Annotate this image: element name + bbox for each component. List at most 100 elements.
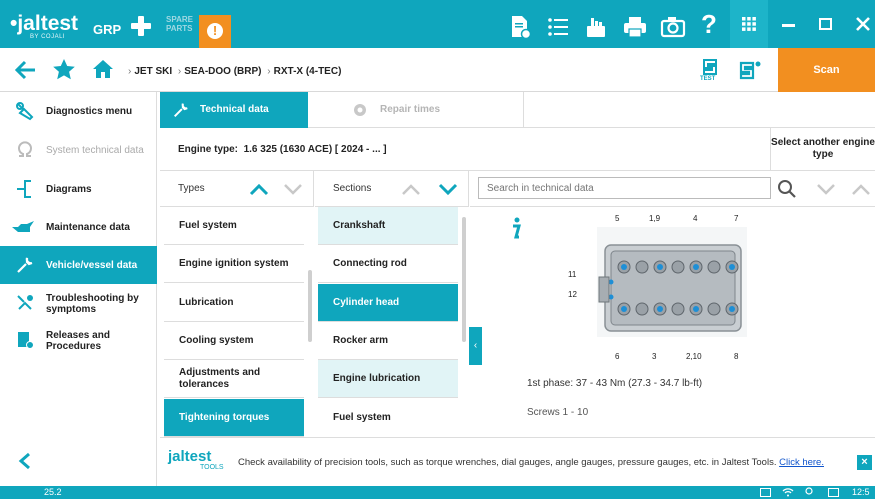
breadcrumb-item[interactable]: JET SKI [134,66,172,77]
test-button[interactable]: TEST [700,58,722,84]
tab-label: Technical data [200,104,269,115]
sections-scrollbar[interactable] [462,217,466,342]
alert-icon: ! [207,23,223,39]
sidebar-item-label: Diagrams [46,183,92,195]
add-icon[interactable] [131,16,151,36]
maximize-icon [819,18,832,30]
list-item[interactable]: Fuel system [318,399,458,437]
tab-label: Repair times [380,104,441,115]
home-icon[interactable] [92,59,114,79]
spare-parts-label: SPARE PARTS [166,15,193,33]
wrench-clip-icon [16,102,34,121]
breadcrumb: › JET SKI › SEA-DOO (BRP) › RXT-X (4-TEC) [128,66,342,77]
camera-icon[interactable] [660,14,686,40]
collapse-panel-button[interactable]: ‹ [469,327,482,365]
breadcrumb-item[interactable]: SEA-DOO (BRP) [184,66,261,77]
document-settings-icon[interactable] [507,14,533,40]
sections-header-label: Sections [333,183,372,194]
jaltest-logo: •jaltest [10,12,79,35]
sidebar-item-diagnostics-menu[interactable]: Diagnostics menu [0,92,157,130]
list-item[interactable]: Engine lubrication [318,360,458,398]
version-label: 25.2 [44,487,62,497]
chevron-up-icon[interactable] [400,181,422,197]
list-item[interactable]: Crankshaft [318,207,458,245]
list-item[interactable]: Tightening torques [164,399,304,437]
info-icon[interactable] [510,217,522,241]
list-item[interactable]: Rocker arm [318,322,458,360]
chevron-down-icon[interactable] [437,181,459,197]
touch-icon[interactable] [583,14,609,40]
collapse-sidebar-icon[interactable] [18,452,32,470]
callout-label: 7 [734,214,739,223]
engine-type-label: Engine type: [178,144,239,155]
close-banner-button[interactable]: × [857,455,872,470]
wrench-icon [173,103,188,118]
callout-label: 6 [615,352,620,361]
search-icon[interactable] [777,179,797,199]
chevron-down-icon[interactable] [815,181,837,197]
minimize-icon [782,24,795,27]
callout-label: 8 [734,352,739,361]
battery-icon [760,488,771,497]
calendar-icon [828,488,839,497]
tools-message-text: Check availability of precision tools, s… [238,457,777,468]
list-item[interactable]: Engine ignition system [164,245,304,283]
alert-button[interactable]: ! [199,15,231,48]
minimize-button[interactable] [770,0,806,48]
mode-label: GRP [93,22,122,37]
sidebar-item-maintenance-data[interactable]: Maintenance data [0,208,157,246]
top-bar: •jaltest BY COJALI GRP SPARE PARTS ! ? [0,0,875,48]
engine-type: Engine type: 1.6 325 (1630 ACE) [ 2024 -… [178,144,387,155]
apps-grid-button[interactable] [730,0,768,48]
sidebar-item-releases-procedures[interactable]: Releases and Procedures [0,324,157,358]
sidebar-item-vehicle-vessel-data[interactable]: Vehicle/vessel data [0,246,157,284]
list-icon[interactable] [545,14,571,40]
callout-label: 11 [568,270,577,279]
close-icon [856,17,870,31]
list-item[interactable]: Fuel system [164,207,304,245]
jaltest-tools-logo-sub: TOOLS [200,464,224,471]
favorites-star-icon[interactable] [52,58,76,81]
chevron-up-icon[interactable] [850,181,872,197]
list-item[interactable]: Adjustments and tolerances [164,360,304,398]
sidebar: Diagnostics menu System technical data D… [0,92,157,486]
callout-label: 2,10 [686,352,702,361]
back-arrow-icon[interactable] [14,60,36,80]
help-icon[interactable]: ? [701,10,727,38]
chevron-down-icon[interactable] [282,181,304,197]
test-connector-icon [703,59,717,75]
list-item[interactable]: Cooling system [164,322,304,360]
connector-icon[interactable] [737,60,763,80]
list-item[interactable]: Connecting rod [318,245,458,283]
torque-phase-text: 1st phase: 37 - 43 Nm (27.3 - 34.7 lb-ft… [527,378,703,389]
callout-label: 4 [693,214,698,223]
callout-label: 3 [652,352,657,361]
sidebar-item-label: Releases and Procedures [46,330,110,352]
maximize-button[interactable] [807,0,843,48]
search-input[interactable] [478,177,771,199]
sidebar-item-label: Maintenance data [46,221,130,233]
tab-repair-times[interactable]: Repair times [340,92,530,128]
types-header: Types [160,171,314,207]
scan-button[interactable]: Scan [778,48,875,92]
document-icon [18,332,34,349]
close-window-button[interactable] [845,0,875,48]
tools-message: Check availability of precision tools, s… [238,457,824,468]
select-another-engine-button[interactable]: Select another engine type [770,128,875,171]
search-status-icon [805,487,813,495]
tab-technical-data[interactable]: Technical data [160,92,308,128]
types-scrollbar[interactable] [308,270,312,342]
printer-icon[interactable] [622,14,648,40]
gear-clock-icon [354,104,366,116]
list-item[interactable]: Lubrication [164,284,304,322]
tools-link[interactable]: Click here. [779,457,824,468]
clock-label: 12:5 [852,487,870,497]
breadcrumb-item[interactable]: RXT-X (4-TEC) [274,66,342,77]
sidebar-item-diagrams[interactable]: Diagrams [0,170,157,208]
sidebar-item-troubleshooting[interactable]: Troubleshooting by symptoms [0,284,157,324]
spare-parts-button[interactable]: SPARE PARTS [166,15,193,33]
chevron-up-icon[interactable] [248,181,270,197]
sidebar-item-system-technical-data[interactable]: System technical data [0,130,157,170]
navigation-bar: › JET SKI › SEA-DOO (BRP) › RXT-X (4-TEC) T… [0,48,875,92]
list-item[interactable]: Cylinder head [318,284,458,322]
